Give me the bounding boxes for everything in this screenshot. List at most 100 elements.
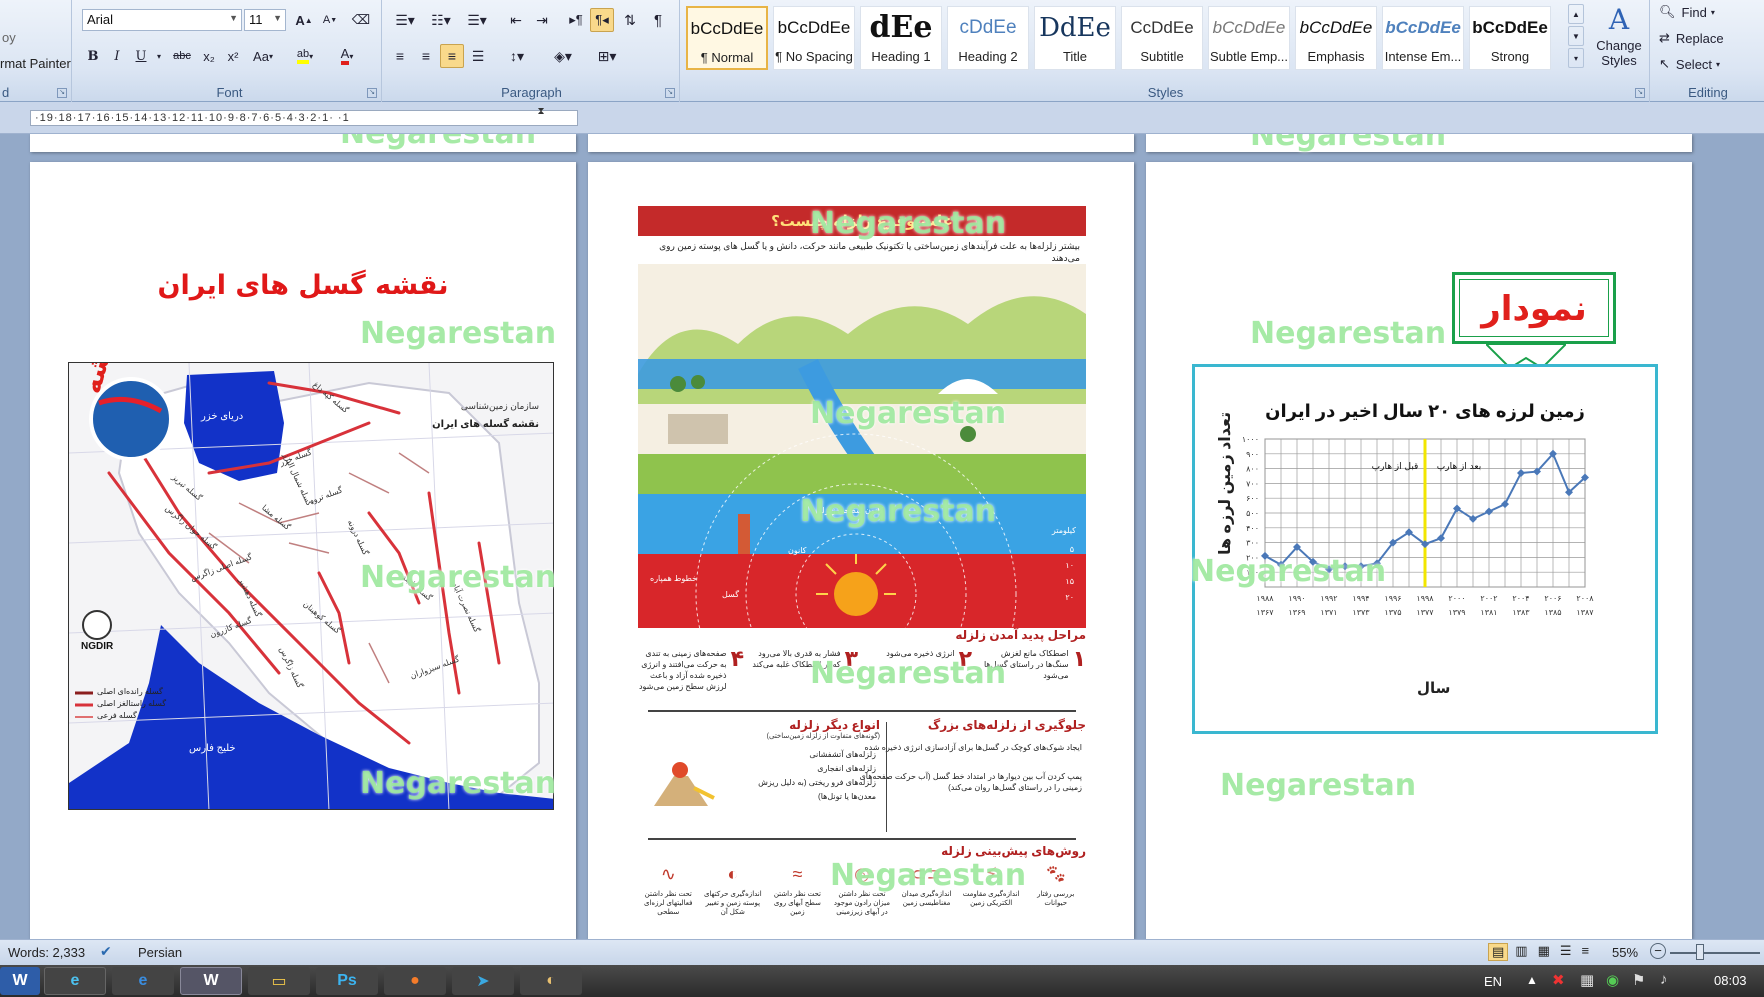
language-indicator[interactable]: Persian: [138, 945, 182, 960]
x-tick-label: ۱۳۸۳: [1512, 608, 1530, 617]
word-icon[interactable]: W: [180, 967, 242, 995]
zoom-slider-thumb[interactable]: [1696, 944, 1704, 960]
page-fault-map[interactable]: نقشه گسل های ایران: [30, 162, 576, 939]
word-count[interactable]: Words: 2,333: [8, 945, 85, 960]
web-layout-icon[interactable]: ▦: [1535, 943, 1553, 961]
page-title: نقشه گسل های ایران: [157, 270, 449, 301]
change-case-button[interactable]: Aa ▾: [246, 44, 280, 68]
underline-button[interactable]: U: [130, 44, 152, 68]
tray-app-icon[interactable]: ▦: [1580, 971, 1594, 989]
proofing-icon[interactable]: ✔: [100, 943, 112, 960]
print-layout-icon[interactable]: ▤: [1488, 943, 1509, 961]
shading-icon[interactable]: ◈▾: [544, 44, 582, 68]
gallery-down-icon[interactable]: ▼: [1568, 26, 1584, 46]
style-subtitle[interactable]: CcDdEe Subtitle: [1121, 6, 1203, 70]
style-intense-em[interactable]: bCcDdEe Intense Em...: [1382, 6, 1464, 70]
clipboard-launcher-icon[interactable]: ↘: [57, 88, 67, 98]
clear-formatting-icon[interactable]: ⌫: [348, 8, 374, 32]
page-infographic[interactable]: علت وقوع زلزله چیست؟ بیشتر زلزله‌ها به ع…: [588, 162, 1134, 939]
shrink-font-button[interactable]: A ▼: [318, 8, 342, 32]
multilevel-list-icon[interactable]: ☰▾: [460, 8, 494, 32]
depth-tick: ۲۰: [1065, 593, 1074, 602]
bold-button[interactable]: B: [82, 44, 104, 68]
style-heading-1[interactable]: dEe Heading 1: [860, 6, 942, 70]
italic-button[interactable]: I: [106, 44, 128, 68]
internet-explorer-icon[interactable]: e: [112, 967, 174, 995]
change-styles-button[interactable]: A Change Styles: [1590, 2, 1648, 80]
replace-button[interactable]: ⇄ Replace: [1654, 26, 1754, 50]
font-group-label: Font: [216, 85, 243, 100]
stage-text: صفحه‌های زمینی به تندی به حرکت می‌افتند …: [638, 649, 727, 691]
styles-launcher-icon[interactable]: ↘: [1635, 88, 1645, 98]
horizontal-ruler[interactable]: ·19·18·17·16·15·14·13·12·11·10·9·8·7·6·5…: [0, 102, 1764, 134]
font-launcher-icon[interactable]: ↘: [367, 88, 377, 98]
file-explorer-icon[interactable]: ▭: [248, 967, 310, 995]
font-name-combo[interactable]: Arial ▼: [82, 9, 242, 31]
bullets-icon[interactable]: ☰▾: [388, 8, 422, 32]
paint-icon[interactable]: ◐: [520, 967, 582, 995]
start-button[interactable]: W: [0, 967, 40, 995]
network-icon[interactable]: ✖: [1552, 971, 1565, 989]
ltr-icon[interactable]: ▸¶: [564, 8, 588, 32]
clock[interactable]: 08:03: [1714, 973, 1747, 988]
style-heading-2[interactable]: cDdEe Heading 2: [947, 6, 1029, 70]
indent-marker-icon[interactable]: ⧗: [536, 106, 546, 130]
ie-edge-icon[interactable]: e: [44, 967, 106, 995]
zoom-out-icon[interactable]: −: [1650, 943, 1666, 959]
divider: [886, 722, 887, 832]
strikethrough-button[interactable]: abc: [168, 44, 196, 68]
gulf-label: خلیج فارس: [189, 743, 236, 754]
copy-button[interactable]: oy: [2, 30, 16, 45]
style-sample: bCcDdEe: [1299, 18, 1373, 37]
style-strong[interactable]: bCcDdEe Strong: [1469, 6, 1551, 70]
firefox-icon[interactable]: ●: [384, 967, 446, 995]
style-no-spacing[interactable]: ‭bCcDdEe ¶ No Spacing: [773, 6, 855, 70]
grow-font-button[interactable]: A ▲: [292, 8, 316, 32]
align-right-icon[interactable]: ≡: [440, 44, 464, 68]
tray-chrome-icon[interactable]: ◉: [1606, 971, 1619, 989]
x-tick-label: ۱۹۹۴: [1352, 594, 1369, 603]
draft-icon[interactable]: ≡: [1579, 943, 1593, 961]
underline-dropdown-icon[interactable]: ▾: [154, 44, 164, 68]
gallery-up-icon[interactable]: ▲: [1568, 4, 1584, 24]
full-screen-icon[interactable]: ▥: [1512, 943, 1530, 961]
increase-indent-icon[interactable]: ⇥: [530, 8, 554, 32]
chevron-down-icon: ▼: [229, 13, 238, 23]
decrease-indent-icon[interactable]: ⇤: [504, 8, 528, 32]
zoom-slider[interactable]: [1670, 952, 1760, 954]
align-left-icon[interactable]: ≡: [388, 44, 412, 68]
input-language[interactable]: EN: [1484, 974, 1502, 989]
volcano-icon: [644, 758, 724, 808]
outline-icon[interactable]: ☰: [1557, 943, 1575, 961]
photoshop-icon[interactable]: Ps: [316, 967, 378, 995]
align-center-icon[interactable]: ≡: [414, 44, 438, 68]
justify-icon[interactable]: ☰: [466, 44, 490, 68]
show-marks-button[interactable]: ¶: [646, 8, 670, 32]
find-button[interactable]: 🔍︎ Find ▾: [1654, 0, 1754, 24]
gallery-more-icon[interactable]: ▾: [1568, 48, 1584, 68]
subscript-button[interactable]: x₂: [198, 44, 220, 68]
highlight-button[interactable]: ab ▾: [286, 44, 324, 68]
paragraph-launcher-icon[interactable]: ↘: [665, 88, 675, 98]
rtl-icon[interactable]: ¶◂: [590, 8, 614, 32]
telegram-icon[interactable]: ➤: [452, 967, 514, 995]
style-title[interactable]: DdEe Title: [1034, 6, 1116, 70]
zoom-level[interactable]: 55%: [1612, 945, 1638, 960]
volume-icon[interactable]: ♪: [1660, 971, 1668, 988]
font-color-button[interactable]: A ▾: [328, 44, 366, 68]
borders-icon[interactable]: ⊞▾: [588, 44, 626, 68]
sort-icon[interactable]: ⇅: [618, 8, 642, 32]
style-subtle-emp[interactable]: bCcDdEe Subtle Emp...: [1208, 6, 1290, 70]
document-area[interactable]: نقشه گسل های ایران: [0, 134, 1764, 939]
style-normal[interactable]: ‭bCcDdEe ¶ Normal: [686, 6, 768, 70]
select-button[interactable]: ↖ Select ▾: [1654, 52, 1754, 76]
format-painter-button[interactable]: rmat Painter: [0, 56, 71, 71]
page-chart[interactable]: نمودار زمین لرزه های ۲۰ سال اخیر در ایرا…: [1146, 162, 1692, 939]
superscript-button[interactable]: x²: [222, 44, 244, 68]
numbering-icon[interactable]: ☷▾: [424, 8, 458, 32]
font-size-combo[interactable]: 11 ▼: [244, 9, 286, 31]
style-emphasis[interactable]: bCcDdEe Emphasis: [1295, 6, 1377, 70]
tray-flag-icon[interactable]: ⚑: [1632, 971, 1645, 989]
line-spacing-icon[interactable]: ↕▾: [500, 44, 534, 68]
tray-expand-icon[interactable]: ▲: [1526, 973, 1538, 987]
